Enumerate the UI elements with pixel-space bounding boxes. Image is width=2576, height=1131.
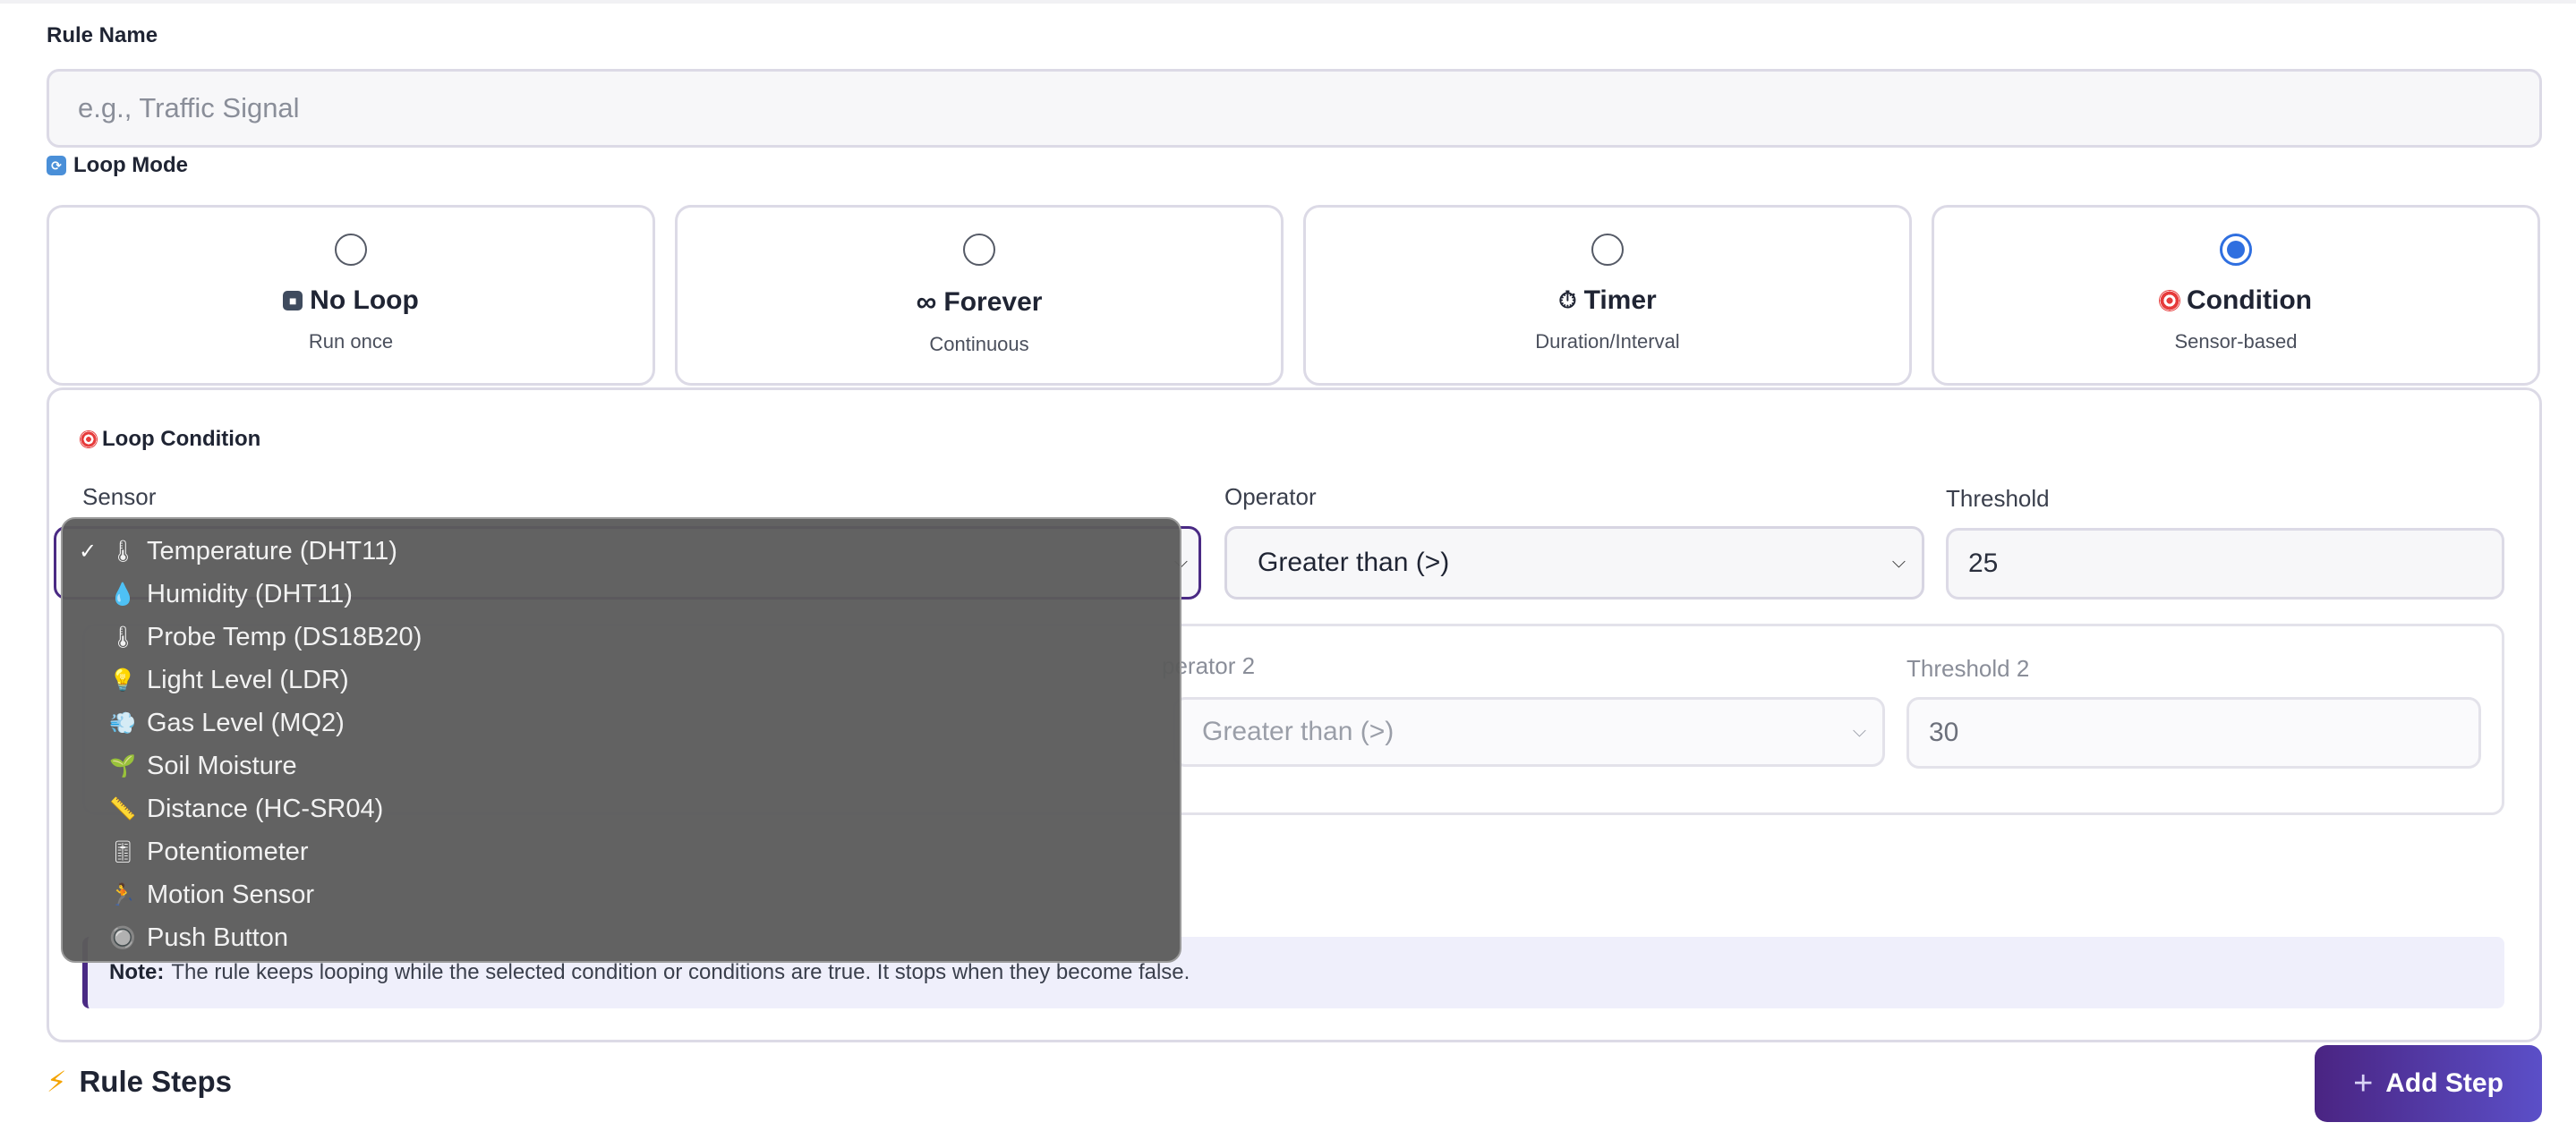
radio-forever[interactable] [963,234,995,266]
note-text: The rule keeps looping while the selecte… [171,960,1190,984]
ruler-icon: 📏 [109,796,136,821]
stopwatch-icon: ⏱ [1558,286,1577,313]
sensor-label: Sensor [82,483,157,510]
gas-icon: 💨 [109,710,136,736]
thermometer-icon: 🌡 [109,539,137,564]
operator-select-value: Greater than (>) [1258,548,1450,577]
note-prefix: Note: [109,960,165,984]
infinity-icon: ∞ [916,285,937,318]
mode-title-text: No Loop [310,285,419,315]
checkmark-icon: ✓ [79,539,98,564]
top-divider [0,0,2576,4]
dropdown-option[interactable]: 📏 Distance (HC-SR04) [63,787,1180,830]
dropdown-option-label: Push Button [147,923,288,952]
dropdown-option-label: Potentiometer [147,837,309,866]
radio-no-loop[interactable] [335,234,367,266]
loop-mode-text: Loop Mode [73,153,188,177]
rule-name-input[interactable] [47,69,2542,148]
sensor-dropdown-menu: ✓ 🌡 Temperature (DHT11) 💧 Humidity (DHT1… [61,517,1181,963]
dropdown-option[interactable]: ✓ 🌡 Temperature (DHT11) [63,530,1180,573]
operator-select[interactable]: Greater than (>) ⌵ [1224,526,1924,600]
radio-timer[interactable] [1591,234,1624,266]
mode-title-condition: Condition [2160,285,2312,316]
dropdown-option[interactable]: 💨 Gas Level (MQ2) [63,702,1180,744]
add-step-button[interactable]: + Add Step [2315,1045,2542,1122]
mode-title-text: Timer [1583,285,1657,315]
dropdown-option[interactable]: 💧 Humidity (DHT11) [63,573,1180,616]
add-step-label: Add Step [2385,1068,2503,1098]
stop-icon: ■ [283,291,303,310]
loop-mode-forever[interactable]: ∞ Forever Continuous [675,205,1284,386]
mode-subtitle-condition: Sensor-based [2174,330,2298,353]
dropdown-option-label: Soil Moisture [147,751,297,780]
dropdown-option-label: Distance (HC-SR04) [147,794,384,823]
loop-mode-label: ⟳ Loop Mode [47,153,188,178]
repeat-icon: ⟳ [47,156,66,175]
mode-title-no-loop: ■ No Loop [283,285,419,316]
radio-condition[interactable] [2220,234,2252,266]
mode-title-forever: ∞ Forever [917,285,1043,319]
loop-condition-title: Loop Condition [81,427,260,452]
dropdown-option-label: Probe Temp (DS18B20) [147,622,422,651]
mode-subtitle-timer: Duration/Interval [1535,330,1680,353]
loop-condition-title-text: Loop Condition [102,427,261,451]
lightning-icon: ⚡ [47,1066,67,1098]
dropdown-option-label: Humidity (DHT11) [147,579,353,608]
threshold-label: Threshold [1946,485,2050,512]
dropdown-option-label: Light Level (LDR) [147,665,349,694]
dropdown-option-label: Motion Sensor [147,880,314,909]
dial-icon: 🎚 [109,839,137,864]
dropdown-option[interactable]: 🌱 Soil Moisture [63,744,1180,787]
mode-title-text: Condition [2187,285,2312,315]
dropdown-option-label: Temperature (DHT11) [147,536,397,566]
dropdown-option[interactable]: 💡 Light Level (LDR) [63,659,1180,702]
rule-steps-title-text: Rule Steps [79,1065,233,1098]
threshold2-input[interactable] [1906,697,2481,769]
operator-label: Operator [1224,483,1317,510]
button-icon: 🔘 [109,925,136,950]
lightbulb-icon: 💡 [109,668,136,693]
droplet-icon: 💧 [109,582,136,607]
dropdown-option[interactable]: 🔘 Push Button [63,916,1180,959]
dropdown-option-label: Gas Level (MQ2) [147,708,345,737]
loop-mode-no-loop[interactable]: ■ No Loop Run once [47,205,655,386]
threshold-input[interactable] [1946,528,2504,600]
mode-subtitle-forever: Continuous [929,333,1029,355]
operator2-select[interactable]: Greater than (>) ⌵ [1173,697,1885,767]
loop-mode-timer[interactable]: ⏱ Timer Duration/Interval [1303,205,1912,386]
thermometer-icon: 🌡 [109,625,137,650]
plus-icon: + [2353,1065,2374,1102]
mode-title-text: Forever [943,286,1043,317]
mode-subtitle-no-loop: Run once [308,330,394,353]
dropdown-option[interactable]: 🎚 Potentiometer [63,830,1180,873]
running-icon: 🏃 [109,882,136,907]
target-icon [2160,291,2180,310]
mode-title-timer: ⏱ Timer [1558,285,1656,316]
loop-mode-condition[interactable]: Condition Sensor-based [1932,205,2540,386]
dropdown-option[interactable]: 🏃 Motion Sensor [63,873,1180,916]
operator2-select-value: Greater than (>) [1202,717,1395,746]
rule-name-label: Rule Name [47,23,158,47]
chevron-down-icon: ⌵ [1852,721,1866,742]
target-icon [81,431,97,447]
dropdown-option[interactable]: 🌡 Probe Temp (DS18B20) [63,616,1180,659]
threshold2-label: Threshold 2 [1906,655,2030,682]
chevron-down-icon: ⌵ [1891,552,1906,573]
rule-steps-title: ⚡ Rule Steps [47,1065,232,1099]
seedling-icon: 🌱 [109,753,136,778]
